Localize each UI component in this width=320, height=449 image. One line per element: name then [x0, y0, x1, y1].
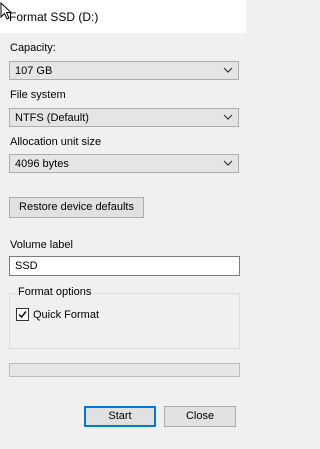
restore-defaults-button[interactable]: Restore device defaults: [9, 197, 144, 218]
allocation-unit-value: 4096 bytes: [15, 158, 69, 170]
volume-label-label: Volume label: [10, 239, 73, 251]
window-title: Format SSD (D:): [9, 10, 99, 24]
close-button[interactable]: Close: [164, 406, 236, 427]
chevron-down-icon: [223, 67, 233, 73]
capacity-dropdown[interactable]: 107 GB: [9, 61, 239, 80]
format-progress-bar: [9, 363, 240, 377]
format-options-group: [9, 293, 240, 349]
file-system-value: NTFS (Default): [15, 112, 89, 124]
format-options-title: Format options: [16, 286, 94, 298]
title-bar[interactable]: Format SSD (D:): [0, 0, 246, 33]
quick-format-checkbox[interactable]: [16, 308, 29, 321]
volume-label-input[interactable]: SSD: [9, 256, 240, 276]
start-button[interactable]: Start: [84, 406, 156, 427]
chevron-down-icon: [223, 114, 233, 120]
quick-format-label: Quick Format: [33, 309, 100, 321]
checkmark-icon: [18, 311, 27, 319]
capacity-value: 107 GB: [15, 65, 53, 77]
allocation-unit-dropdown[interactable]: 4096 bytes: [9, 154, 239, 173]
allocation-unit-label: Allocation unit size: [10, 136, 102, 148]
capacity-label: Capacity:: [10, 42, 56, 54]
chevron-down-icon: [223, 160, 233, 166]
volume-label-value: SSD: [15, 260, 38, 272]
file-system-dropdown[interactable]: NTFS (Default): [9, 108, 239, 127]
file-system-label: File system: [10, 89, 66, 101]
